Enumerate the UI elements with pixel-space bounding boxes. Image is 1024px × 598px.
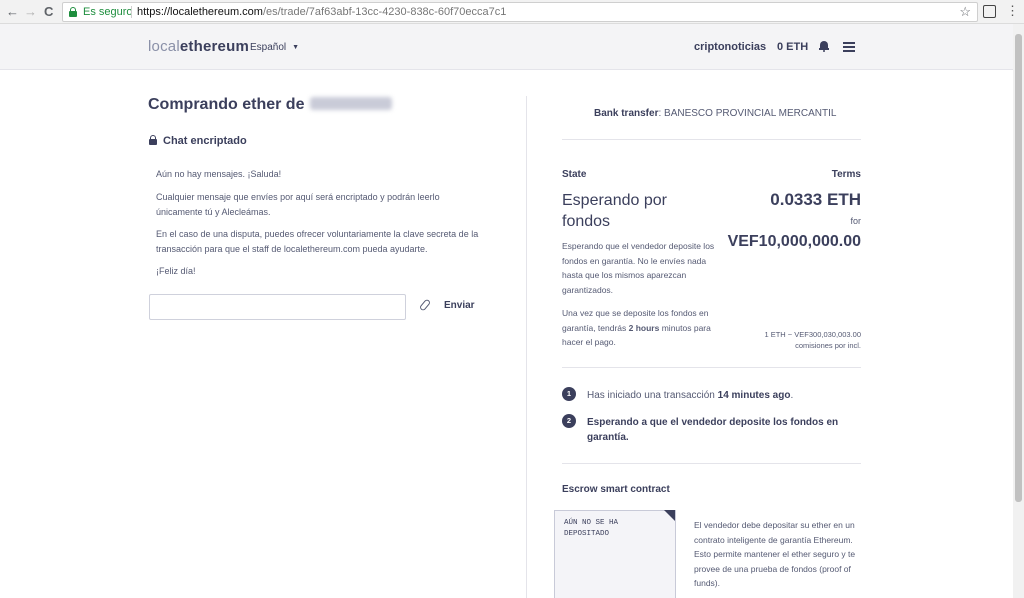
browser-toolbar: ← → C Es seguro https://localethereum.co… [0, 0, 1024, 24]
browser-menu-icon[interactable]: ⋮ [1006, 3, 1019, 19]
step-time: 14 minutes ago [717, 390, 791, 401]
logo-part-local: local [148, 38, 180, 55]
caret-down-icon: ▼ [292, 44, 300, 51]
chat-message: Cualquier mensaje que envíes por aquí se… [156, 192, 440, 217]
secure-label: Es seguro [83, 6, 133, 18]
chat-message: Aún no hay mensajes. ¡Saluda! [156, 169, 282, 179]
exchange-rate: 1 ETH ~ VEF300,030,003.00 comisiones por … [700, 329, 861, 351]
escrow-title: Escrow smart contract [562, 484, 670, 495]
bell-icon[interactable] [819, 40, 829, 52]
balance-link[interactable]: 0 ETH [777, 41, 808, 53]
for-label: for [850, 216, 861, 226]
divider [562, 463, 861, 464]
reload-icon[interactable]: C [44, 4, 53, 20]
forward-icon[interactable]: → [24, 4, 37, 20]
url-path: /es/trade/7af63abf-13cc-4230-838c-60f70e… [262, 6, 507, 18]
page-title: Comprando ether de [148, 96, 393, 114]
page-title-text: Comprando ether de [148, 96, 305, 113]
fees-note: comisiones por incl. [795, 341, 861, 350]
amount-eth: 0.0333 ETH [770, 190, 861, 209]
language-selector[interactable]: Español ▼ [250, 42, 299, 53]
username-link[interactable]: criptonoticias [694, 41, 766, 53]
site-logo[interactable]: localethereum [148, 38, 249, 55]
bookmark-star-icon[interactable]: ☆ [959, 3, 971, 21]
payment-window-duration: 2 hours [628, 322, 660, 333]
secure-lock-icon [69, 7, 77, 17]
column-divider [526, 96, 527, 598]
step-text: Esperando a que el vendedor deposite los… [587, 417, 839, 443]
amount-fiat: VEF10,000,000.00 [727, 233, 861, 250]
payment-method-value: : BANESCO PROVINCIAL MERCANTIL [658, 108, 837, 119]
paperclip-attach-icon[interactable] [418, 298, 432, 312]
state-description: Esperando que el vendedor deposite los f… [562, 241, 715, 295]
url-text[interactable]: https://localethereum.com/es/trade/7af63… [137, 3, 506, 21]
address-separator [131, 6, 132, 18]
state-value: Esperando por fondos [562, 192, 667, 230]
divider [562, 367, 861, 368]
state-label: State [562, 169, 587, 180]
extension-icon[interactable] [983, 5, 996, 18]
hamburger-menu-icon[interactable] [843, 42, 855, 52]
language-label: Español [250, 42, 287, 53]
send-button[interactable]: Enviar [444, 300, 475, 311]
redacted-trader-name [310, 97, 393, 110]
page-scrollbar[interactable] [1013, 24, 1024, 598]
step-text-post: . [790, 390, 794, 401]
payment-method-label: Bank transfer [594, 108, 659, 119]
exchange-rate-line: 1 ETH ~ VEF300,030,003.00 [764, 330, 861, 339]
chat-heading: Chat encriptado [163, 135, 247, 147]
divider [562, 139, 861, 140]
address-bar[interactable]: Es seguro https://localethereum.com/es/t… [62, 2, 978, 22]
chat-message-input[interactable] [149, 294, 406, 320]
step-text: Has iniciado una transacción 14 minutes … [587, 388, 862, 403]
card-corner-fold [664, 510, 675, 521]
escrow-description: El vendedor debe depositar su ether en u… [694, 520, 856, 588]
step-text-pre: Has iniciado una transacción [587, 390, 715, 401]
terms-label: Terms [831, 169, 861, 180]
chat-message: En el caso de una disputa, puedes ofrece… [156, 229, 479, 254]
step-number-badge: 2 [562, 414, 576, 428]
payment-window-note: Una vez que se deposite los fondos en ga… [562, 306, 722, 350]
payment-method: Bank transfer: BANESCO PROVINCIAL MERCAN… [594, 108, 836, 119]
step-number-badge: 1 [562, 387, 576, 401]
url-host: https://localethereum.com [137, 6, 263, 18]
escrow-status-text: AÚN NO SE HA DEPOSITADO [564, 519, 619, 538]
back-icon[interactable]: ← [6, 4, 19, 20]
scrollbar-thumb[interactable] [1015, 34, 1022, 502]
logo-part-ethereum: ethereum [179, 38, 249, 55]
chat-message: ¡Feliz día! [156, 266, 196, 276]
site-header: localethereum Español ▼ criptonoticias 0 … [0, 24, 1013, 70]
lock-icon [149, 135, 157, 145]
